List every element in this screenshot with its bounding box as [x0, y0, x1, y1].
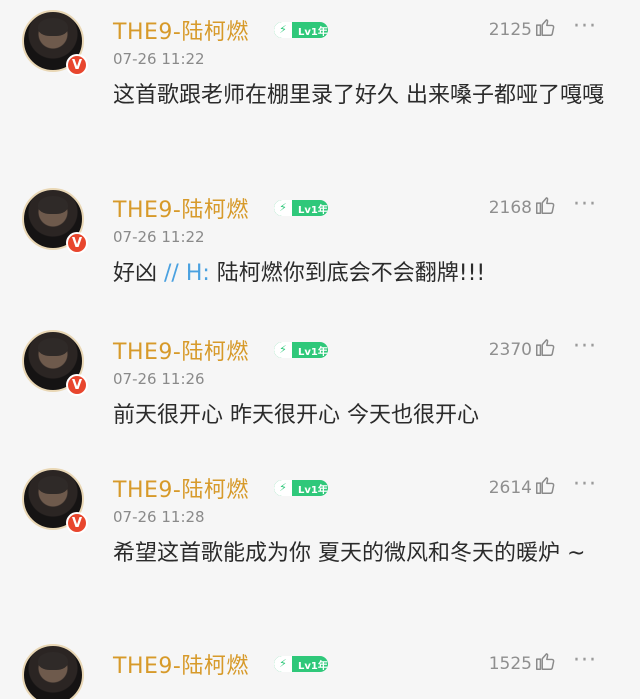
more-dots-icon[interactable]: ···: [573, 474, 597, 496]
thumbs-up-icon[interactable]: [534, 474, 556, 496]
comment-item: V THE9-陆柯燃 ⚡ Lv1年 07-26 11:22 2125 ··· 这…: [0, 0, 640, 175]
level-badge: ⚡ Lv1年: [274, 656, 328, 672]
like-count: 2614: [488, 478, 532, 498]
level-badge: ⚡ Lv1年: [274, 342, 328, 358]
timestamp: 07-26 11:26: [113, 370, 205, 388]
verified-badge-icon: V: [66, 512, 88, 534]
bolt-icon: ⚡: [274, 656, 292, 672]
timestamp: 07-26 11:22: [113, 228, 205, 246]
username[interactable]: THE9-陆柯燃: [113, 192, 249, 224]
like-count: 2168: [488, 198, 532, 218]
like-count: 2370: [488, 340, 532, 360]
verified-badge-icon: V: [66, 232, 88, 254]
comment-item: V THE9-陆柯燃 ⚡ Lv1年 07-26 11:26 2370 ··· 前…: [0, 320, 640, 460]
username[interactable]: THE9-陆柯燃: [113, 472, 249, 504]
more-dots-icon[interactable]: ···: [573, 194, 597, 216]
verified-badge-icon: V: [66, 374, 88, 396]
thumbs-up-icon[interactable]: [534, 194, 556, 216]
like-count: 2125: [488, 20, 532, 40]
comment-item: V THE9-陆柯燃 ⚡ Lv1年 07-26 11:28 2614 ··· 希…: [0, 458, 640, 633]
more-dots-icon[interactable]: ···: [573, 650, 597, 672]
like-count: 1525: [488, 654, 532, 674]
comment-text: 前天很开心 昨天很开心 今天也很开心: [113, 403, 479, 428]
mention-link[interactable]: // H:: [164, 261, 210, 286]
thumbs-up-icon[interactable]: [534, 650, 556, 672]
thumbs-up-icon[interactable]: [534, 16, 556, 38]
comment-text: 这首歌跟老师在棚里录了好久 出来嗓子都哑了嘎嘎: [113, 83, 604, 108]
level-badge: ⚡ Lv1年: [274, 22, 328, 38]
level-badge: ⚡ Lv1年: [274, 480, 328, 496]
timestamp: 07-26 11:28: [113, 508, 205, 526]
bolt-icon: ⚡: [274, 22, 292, 38]
thumbs-up-icon[interactable]: [534, 336, 556, 358]
bolt-icon: ⚡: [274, 200, 292, 216]
level-badge: ⚡ Lv1年: [274, 200, 328, 216]
timestamp: 07-26 11:22: [113, 50, 205, 68]
bolt-icon: ⚡: [274, 480, 292, 496]
more-dots-icon[interactable]: ···: [573, 16, 597, 38]
verified-badge-icon: V: [66, 54, 88, 76]
more-dots-icon[interactable]: ···: [573, 336, 597, 358]
comment-item: V THE9-陆柯燃 ⚡ Lv1年 07-26 11:22 2168 ··· 好…: [0, 178, 640, 318]
comment-text: 好凶 // H: 陆柯燃你到底会不会翻牌!!!: [113, 261, 486, 286]
avatar[interactable]: [22, 644, 84, 699]
comment-item: THE9-陆柯燃 ⚡ Lv1年 1525 ···: [0, 634, 640, 699]
bolt-icon: ⚡: [274, 342, 292, 358]
comment-text: 希望这首歌能成为你 夏天的微风和冬天的暖炉 ~: [113, 541, 586, 566]
username[interactable]: THE9-陆柯燃: [113, 14, 249, 46]
username[interactable]: THE9-陆柯燃: [113, 334, 249, 366]
username[interactable]: THE9-陆柯燃: [113, 648, 249, 680]
